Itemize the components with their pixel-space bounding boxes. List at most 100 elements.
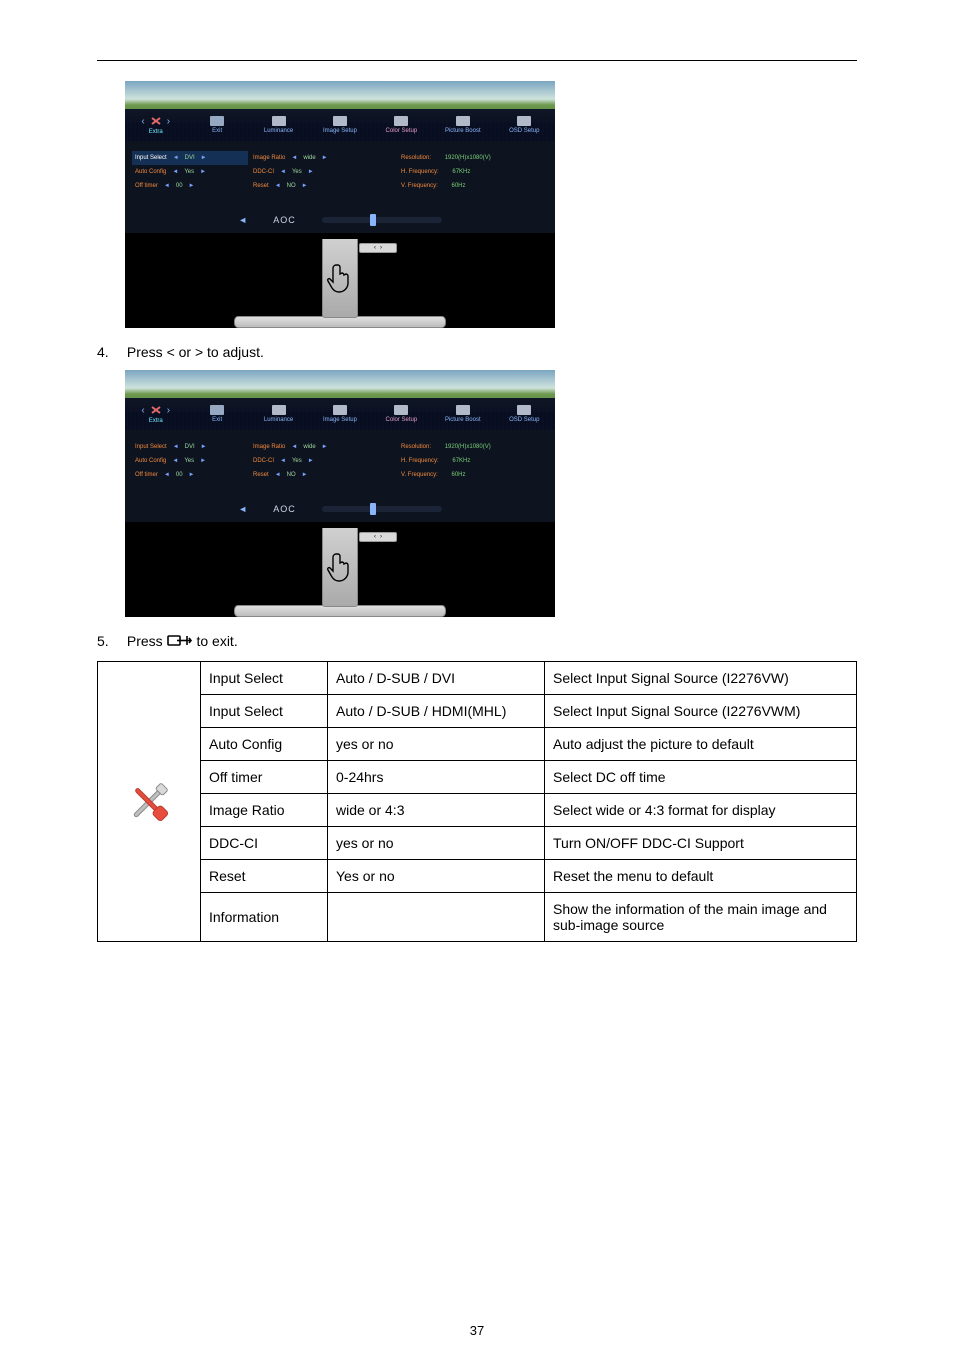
osd-tab-label: OSD Setup xyxy=(509,128,539,134)
osd-item-label: Image Ratio xyxy=(253,155,285,161)
step-text-post: to exit. xyxy=(196,633,237,649)
osd-tab-color-setup: Color Setup xyxy=(371,109,432,141)
option-range xyxy=(328,893,545,942)
table-row: Auto Configyes or noAuto adjust the pict… xyxy=(98,728,857,761)
option-name: Input Select xyxy=(201,695,328,728)
option-name: Input Select xyxy=(201,662,328,695)
step-text: Press < or > to adjust. xyxy=(127,344,264,360)
osd-item-label: Auto Config xyxy=(135,458,166,464)
osd-info-label: V. Frequency: xyxy=(401,472,438,478)
osd-item-label: Off timer xyxy=(135,472,158,478)
osd-item-value: wide xyxy=(303,155,315,161)
osd-item-label: Input Select xyxy=(135,444,167,450)
osd-item-label: Auto Config xyxy=(135,169,166,175)
osd-slider xyxy=(322,217,442,223)
osd-item-value: 00 xyxy=(176,472,183,478)
osd-tab-label: Luminance xyxy=(264,417,293,423)
osd-item-value: NO xyxy=(287,183,296,189)
option-range: Auto / D-SUB / HDMI(MHL) xyxy=(328,695,545,728)
option-desc: Select Input Signal Source (I2276VW) xyxy=(545,662,857,695)
osd-info-value: 1920(H)x1080(V) xyxy=(445,444,491,450)
step-text-pre: Press xyxy=(127,633,167,649)
osd-tab-label: Image Setup xyxy=(323,417,357,423)
osd-item-value: Yes xyxy=(292,169,302,175)
table-row: ResetYes or noReset the menu to default xyxy=(98,860,857,893)
osd-item-value: Yes xyxy=(184,169,194,175)
option-name: Off timer xyxy=(201,761,328,794)
osd-tab-label: Luminance xyxy=(264,128,293,134)
osd-tab-nav: ‹ › Extra xyxy=(125,109,186,141)
osd-tab-label: Picture Boost xyxy=(445,417,481,423)
osd-tab-label: Extra xyxy=(149,129,163,135)
osd-brand: AOC xyxy=(273,215,296,225)
option-desc: Select DC off time xyxy=(545,761,857,794)
osd-info-value: 60Hz xyxy=(451,183,465,189)
osd-tab-picture-boost: Picture Boost xyxy=(432,398,493,430)
osd-screenshot-2: ‹ › Extra Exit Luminance Image Setup Col… xyxy=(125,370,555,617)
osd-info-label: V. Frequency: xyxy=(401,183,438,189)
osd-screenshot-1: ‹ › Extra Exit Luminance Image Setup Col… xyxy=(125,81,555,328)
osd-info-value: 67KHz xyxy=(452,169,470,175)
options-table: Input Select Auto / D-SUB / DVI Select I… xyxy=(97,661,857,942)
osd-item-label: DDC-CI xyxy=(253,169,274,175)
osd-tab-luminance: Luminance xyxy=(248,398,309,430)
osd-item-value: NO xyxy=(287,472,296,478)
osd-item-label: Reset xyxy=(253,183,269,189)
osd-tab-osd-setup: OSD Setup xyxy=(494,398,555,430)
step-number: 4. xyxy=(97,344,123,360)
table-row: InformationShow the information of the m… xyxy=(98,893,857,942)
osd-tab-exit: Exit xyxy=(186,109,247,141)
osd-tab-nav: ‹ › Extra xyxy=(125,398,186,430)
osd-item-value: Yes xyxy=(292,458,302,464)
hand-icon xyxy=(327,262,353,294)
osd-item-value: wide xyxy=(303,444,315,450)
table-row: Off timer0-24hrsSelect DC off time xyxy=(98,761,857,794)
osd-info-value: 60Hz xyxy=(451,472,465,478)
osd-tab-label: Color Setup xyxy=(386,128,418,134)
option-name: DDC-CI xyxy=(201,827,328,860)
osd-item-value: DVI xyxy=(185,444,195,450)
osd-item-value: DVI xyxy=(185,155,195,161)
osd-item-value: 00 xyxy=(176,183,183,189)
osd-slider xyxy=(322,506,442,512)
option-desc: Show the information of the main image a… xyxy=(545,893,857,942)
osd-tab-image-setup: Image Setup xyxy=(309,398,370,430)
option-desc: Auto adjust the picture to default xyxy=(545,728,857,761)
option-range: Yes or no xyxy=(328,860,545,893)
osd-item-label: Input Select xyxy=(135,155,167,161)
hand-icon xyxy=(327,551,353,583)
option-range: 0-24hrs xyxy=(328,761,545,794)
option-desc: Select Input Signal Source (I2276VWM) xyxy=(545,695,857,728)
osd-info-label: Resolution: xyxy=(401,444,431,450)
osd-info-value: 67KHz xyxy=(452,458,470,464)
osd-tab-color-setup: Color Setup xyxy=(371,398,432,430)
osd-tab-image-setup: Image Setup xyxy=(309,109,370,141)
osd-info-value: 1920(H)x1080(V) xyxy=(445,155,491,161)
option-name: Reset xyxy=(201,860,328,893)
osd-item-label: Off timer xyxy=(135,183,158,189)
osd-tab-label: Image Setup xyxy=(323,128,357,134)
osd-item-value: Yes xyxy=(184,458,194,464)
monitor-buttons: ‹› xyxy=(359,243,397,253)
osd-tab-luminance: Luminance xyxy=(248,109,309,141)
table-row: DDC-CIyes or noTurn ON/OFF DDC-CI Suppor… xyxy=(98,827,857,860)
osd-item-label: Reset xyxy=(253,472,269,478)
tools-icon xyxy=(106,776,192,828)
option-range: yes or no xyxy=(328,728,545,761)
osd-tab-label: Exit xyxy=(212,128,222,134)
option-name: Image Ratio xyxy=(201,794,328,827)
option-desc: Reset the menu to default xyxy=(545,860,857,893)
osd-tab-label: Color Setup xyxy=(386,417,418,423)
option-name: Auto Config xyxy=(201,728,328,761)
osd-tab-exit: Exit xyxy=(186,398,247,430)
step-5: 5. Press to exit. xyxy=(97,633,857,649)
option-desc: Select wide or 4:3 format for display xyxy=(545,794,857,827)
osd-tab-picture-boost: Picture Boost xyxy=(432,109,493,141)
option-range: yes or no xyxy=(328,827,545,860)
table-row: Input Select Auto / D-SUB / DVI Select I… xyxy=(98,662,857,695)
monitor-buttons: ‹› xyxy=(359,532,397,542)
step-number: 5. xyxy=(97,633,123,649)
table-row: Image Ratiowide or 4:3Select wide or 4:3… xyxy=(98,794,857,827)
option-range: wide or 4:3 xyxy=(328,794,545,827)
osd-info-label: H. Frequency: xyxy=(401,458,439,464)
